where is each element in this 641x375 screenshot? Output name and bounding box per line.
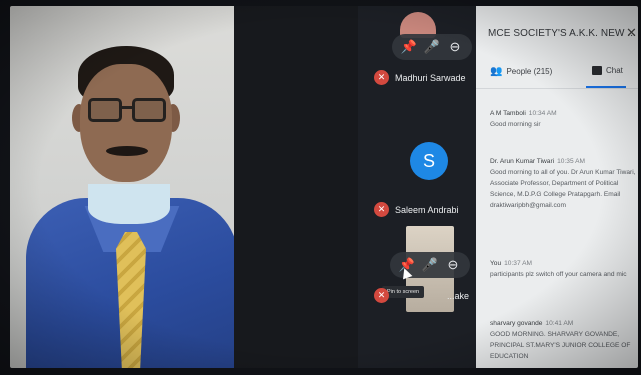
message-time: 10:37 AM <box>504 260 532 267</box>
mic-off-icon[interactable]: 🎤 <box>421 256 439 274</box>
message-sender: Dr. Arun Kumar Tiwari <box>490 158 555 165</box>
tile-controls: 📌 🎤 ⊖ <box>392 34 472 60</box>
mic-off-icon[interactable]: 🎤 <box>423 38 441 56</box>
message-time: 10:35 AM <box>557 158 585 165</box>
chat-message: sharvary govande 10:41 AM GOOD MORNING. S… <box>490 318 636 362</box>
meeting-screen: 📌 🎤 ⊖ ✕ Madhuri Sarwade S ✕ Saleem Andra… <box>10 6 638 368</box>
tab-chat-label: Chat <box>606 66 623 75</box>
meeting-title: MCE SOCIETY'S A.K.K. NEW ... <box>488 28 637 39</box>
photo-frame: 📌 🎤 ⊖ ✕ Madhuri Sarwade S ✕ Saleem Andra… <box>0 0 641 375</box>
participant-avatar: S <box>410 142 448 180</box>
participant-name-row: ✕ ...ake <box>374 288 469 303</box>
message-sender: You <box>490 260 502 267</box>
chat-icon <box>592 66 602 75</box>
mic-muted-icon: ✕ <box>374 288 389 303</box>
tab-people[interactable]: 👥 People (215) <box>490 66 552 77</box>
chat-message: A M Tamboli 10:34 AM Good morning sir <box>490 108 636 130</box>
chat-message: You 10:37 AM participants plz switch off … <box>490 258 636 280</box>
participant-name-row: ✕ Madhuri Sarwade <box>374 70 466 85</box>
pin-icon[interactable]: 📌 <box>400 38 418 56</box>
message-text: GOOD MORNING. SHARVARY GOVANDE, PRINCIPA… <box>490 331 631 360</box>
participant-name: Madhuri Sarwade <box>395 72 466 83</box>
message-time: 10:34 AM <box>528 110 557 117</box>
message-sender: sharvary govande <box>490 320 543 327</box>
participant-name: ...ake <box>447 290 470 301</box>
message-time: 10:41 AM <box>545 320 574 327</box>
participant-name-row: ✕ Saleem Andrabi <box>374 202 459 217</box>
message-text: Good morning to all of you. Dr Arun Kuma… <box>490 169 636 209</box>
tab-chat[interactable]: Chat <box>592 66 623 75</box>
video-background <box>234 6 358 368</box>
message-text: participants plz switch off your camera … <box>490 271 627 278</box>
message-text: Good morning sir <box>490 121 541 128</box>
people-icon: 👥 <box>490 66 503 77</box>
chat-message: Dr. Arun Kumar Tiwari 10:35 AM Good morni… <box>490 156 636 211</box>
message-sender: A M Tamboli <box>490 110 526 117</box>
speaker-mustache <box>106 146 148 156</box>
participant-name: Saleem Andrabi <box>395 204 459 215</box>
participant-tile-madhuri[interactable]: 📌 🎤 ⊖ ✕ Madhuri Sarwade <box>374 6 474 100</box>
speaker-glasses <box>88 98 166 124</box>
mic-muted-icon: ✕ <box>374 70 389 85</box>
remove-icon[interactable]: ⊖ <box>444 256 462 274</box>
participant-strip: 📌 🎤 ⊖ ✕ Madhuri Sarwade S ✕ Saleem Andra… <box>358 6 476 368</box>
close-icon[interactable]: ✕ <box>626 25 637 41</box>
remove-icon[interactable]: ⊖ <box>446 38 464 56</box>
speaker-face-mask <box>88 184 170 224</box>
panel-divider <box>476 88 638 89</box>
mic-muted-icon: ✕ <box>374 202 389 217</box>
tab-people-label: People (215) <box>506 67 553 76</box>
side-panel: MCE SOCIETY'S A.K.K. NEW ... ✕ 👥 People … <box>476 6 638 368</box>
main-speaker-video <box>10 6 234 368</box>
